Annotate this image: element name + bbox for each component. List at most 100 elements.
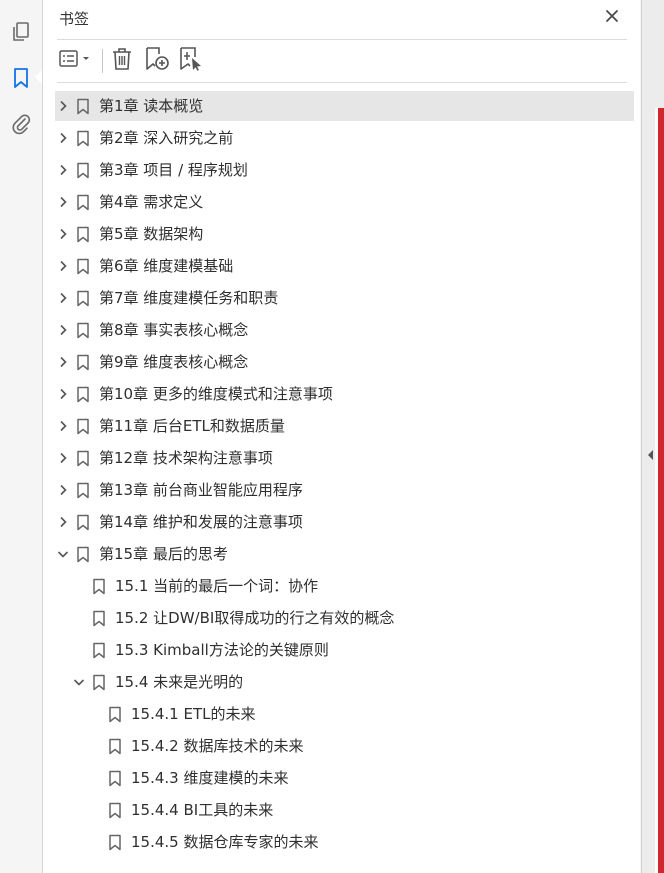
chevron-right-icon[interactable] bbox=[55, 418, 71, 434]
bookmark-item[interactable]: 第4章 需求定义 bbox=[55, 187, 634, 217]
bookmark-label: 第5章 数据架构 bbox=[99, 225, 204, 243]
bookmark-item[interactable]: 15.4.1 ETL的未来 bbox=[55, 699, 634, 729]
bookmark-item[interactable]: 15.2 让DW/BI取得成功的行之有效的概念 bbox=[55, 603, 634, 633]
bookmark-item[interactable]: 15.3 Kimball方法论的关键原则 bbox=[55, 635, 634, 665]
new-bookmark-button[interactable] bbox=[143, 45, 171, 77]
bookmarks-toolbar bbox=[57, 45, 627, 79]
bookmark-item[interactable]: 第13章 前台商业智能应用程序 bbox=[55, 475, 634, 505]
bookmark-item[interactable]: 15.1 当前的最后一个词：协作 bbox=[55, 571, 634, 601]
collapse-pane-button[interactable] bbox=[645, 447, 655, 463]
options-menu-button[interactable] bbox=[57, 45, 95, 77]
bookmark-label: 第12章 技术架构注意事项 bbox=[99, 449, 273, 467]
pages-icon[interactable] bbox=[6, 17, 36, 47]
chevron-right-icon[interactable] bbox=[55, 98, 71, 114]
bookmark-item[interactable]: 第8章 事实表核心概念 bbox=[55, 315, 634, 345]
bookmark-icon bbox=[108, 706, 122, 723]
bookmark-item[interactable]: 第7章 维度建模任务和职责 bbox=[55, 283, 634, 313]
bookmark-label: 第2章 深入研究之前 bbox=[99, 129, 234, 147]
options-list-icon bbox=[58, 49, 94, 73]
bookmark-icon bbox=[76, 546, 90, 563]
chevron-right-icon[interactable] bbox=[55, 354, 71, 370]
divider bbox=[57, 82, 627, 83]
bookmark-item[interactable]: 第5章 数据架构 bbox=[55, 219, 634, 249]
bookmark-item[interactable]: 第1章 读本概览 bbox=[55, 91, 634, 121]
toolbar-separator bbox=[102, 49, 103, 73]
bookmark-item[interactable]: 第12章 技术架构注意事项 bbox=[55, 443, 634, 473]
bookmark-icon bbox=[76, 514, 90, 531]
bookmark-item[interactable]: 第3章 项目 / 程序规划 bbox=[55, 155, 634, 185]
chevron-right-icon[interactable] bbox=[55, 482, 71, 498]
bookmark-icon bbox=[76, 386, 90, 403]
bookmark-item[interactable]: 第11章 后台ETL和数据质量 bbox=[55, 411, 634, 441]
bookmark-label: 第3章 项目 / 程序规划 bbox=[99, 161, 248, 179]
navigation-rail bbox=[0, 0, 43, 873]
chevron-right-icon[interactable] bbox=[55, 514, 71, 530]
bookmark-icon bbox=[76, 418, 90, 435]
bookmark-item[interactable]: 15.4.4 BI工具的未来 bbox=[55, 795, 634, 825]
chevron-right-icon[interactable] bbox=[55, 322, 71, 338]
bookmark-icon bbox=[108, 834, 122, 851]
bookmark-label: 15.2 让DW/BI取得成功的行之有效的概念 bbox=[115, 609, 395, 627]
bookmark-label: 第8章 事实表核心概念 bbox=[99, 321, 249, 339]
bookmark-item[interactable]: 第9章 维度表核心概念 bbox=[55, 347, 634, 377]
bookmark-item[interactable]: 第10章 更多的维度模式和注意事项 bbox=[55, 379, 634, 409]
bookmark-icon bbox=[76, 258, 90, 275]
bookmark-item[interactable]: 15.4.2 数据库技术的未来 bbox=[55, 731, 634, 761]
delete-bookmark-icon bbox=[111, 47, 133, 75]
active-rail-indicator bbox=[35, 70, 42, 84]
bookmark-icon bbox=[76, 354, 90, 371]
new-bookmark-icon bbox=[144, 46, 170, 76]
bookmark-icon bbox=[76, 98, 90, 115]
bookmark-label: 15.4.4 BI工具的未来 bbox=[131, 801, 274, 819]
bookmark-from-selection-icon bbox=[178, 46, 204, 76]
chevron-right-icon[interactable] bbox=[55, 290, 71, 306]
bookmark-icon bbox=[76, 194, 90, 211]
divider bbox=[57, 39, 627, 40]
bookmark-label: 第6章 维度建模基础 bbox=[99, 257, 234, 275]
bookmark-icon bbox=[108, 738, 122, 755]
close-icon bbox=[605, 8, 619, 27]
bookmark-label: 第14章 维护和发展的注意事项 bbox=[99, 513, 303, 531]
bookmark-item[interactable]: 第14章 维护和发展的注意事项 bbox=[55, 507, 634, 537]
bookmark-item[interactable]: 第6章 维度建模基础 bbox=[55, 251, 634, 281]
bookmark-icon bbox=[76, 450, 90, 467]
chevron-right-icon[interactable] bbox=[55, 450, 71, 466]
bookmark-label: 第7章 维度建模任务和职责 bbox=[99, 289, 279, 307]
chevron-right-icon[interactable] bbox=[55, 194, 71, 210]
chevron-right-icon[interactable] bbox=[55, 258, 71, 274]
chevron-right-icon[interactable] bbox=[55, 162, 71, 178]
chevron-right-icon[interactable] bbox=[55, 386, 71, 402]
panel-title: 书签 bbox=[59, 10, 90, 28]
chevron-right-icon[interactable] bbox=[55, 226, 71, 242]
bookmark-icon bbox=[76, 130, 90, 147]
bookmark-item[interactable]: 第15章 最后的思考 bbox=[55, 539, 634, 569]
chevron-left-icon bbox=[646, 446, 654, 465]
bookmark-item[interactable]: 15.4.3 维度建模的未来 bbox=[55, 763, 634, 793]
attachments-icon[interactable] bbox=[6, 109, 36, 139]
bookmark-label: 15.4.3 维度建模的未来 bbox=[131, 769, 289, 787]
bookmark-label: 第15章 最后的思考 bbox=[99, 545, 228, 563]
bookmark-label: 第11章 后台ETL和数据质量 bbox=[99, 417, 285, 435]
bookmark-icon bbox=[92, 578, 106, 595]
bookmark-from-selection-button[interactable] bbox=[177, 45, 205, 77]
bookmark-item[interactable]: 15.4 未来是光明的 bbox=[55, 667, 634, 697]
chevron-down-icon[interactable] bbox=[55, 546, 71, 562]
close-panel-button[interactable] bbox=[600, 5, 624, 29]
bookmarks-panel: 书签 第1章 读本概览 第2章 深入研究之前 第3章 项目 / 程序规划 第4章… bbox=[43, 0, 640, 873]
bookmark-label: 第9章 维度表核心概念 bbox=[99, 353, 249, 371]
bookmark-icon bbox=[76, 162, 90, 179]
bookmark-label: 第13章 前台商业智能应用程序 bbox=[99, 481, 303, 499]
bookmark-label: 第10章 更多的维度模式和注意事项 bbox=[99, 385, 333, 403]
bookmark-label: 15.4.1 ETL的未来 bbox=[131, 705, 256, 723]
chevron-down-icon[interactable] bbox=[71, 674, 87, 690]
bookmark-icon bbox=[92, 610, 106, 627]
bookmark-label: 15.4 未来是光明的 bbox=[115, 673, 244, 691]
chevron-right-icon[interactable] bbox=[55, 130, 71, 146]
bookmark-icon bbox=[76, 290, 90, 307]
bookmark-icon bbox=[76, 482, 90, 499]
bookmark-item[interactable]: 第2章 深入研究之前 bbox=[55, 123, 634, 153]
bookmarks-icon[interactable] bbox=[6, 63, 36, 93]
bookmark-label: 15.4.2 数据库技术的未来 bbox=[131, 737, 304, 755]
delete-bookmark-button[interactable] bbox=[109, 45, 135, 77]
bookmark-item[interactable]: 15.4.5 数据仓库专家的未来 bbox=[55, 827, 634, 857]
